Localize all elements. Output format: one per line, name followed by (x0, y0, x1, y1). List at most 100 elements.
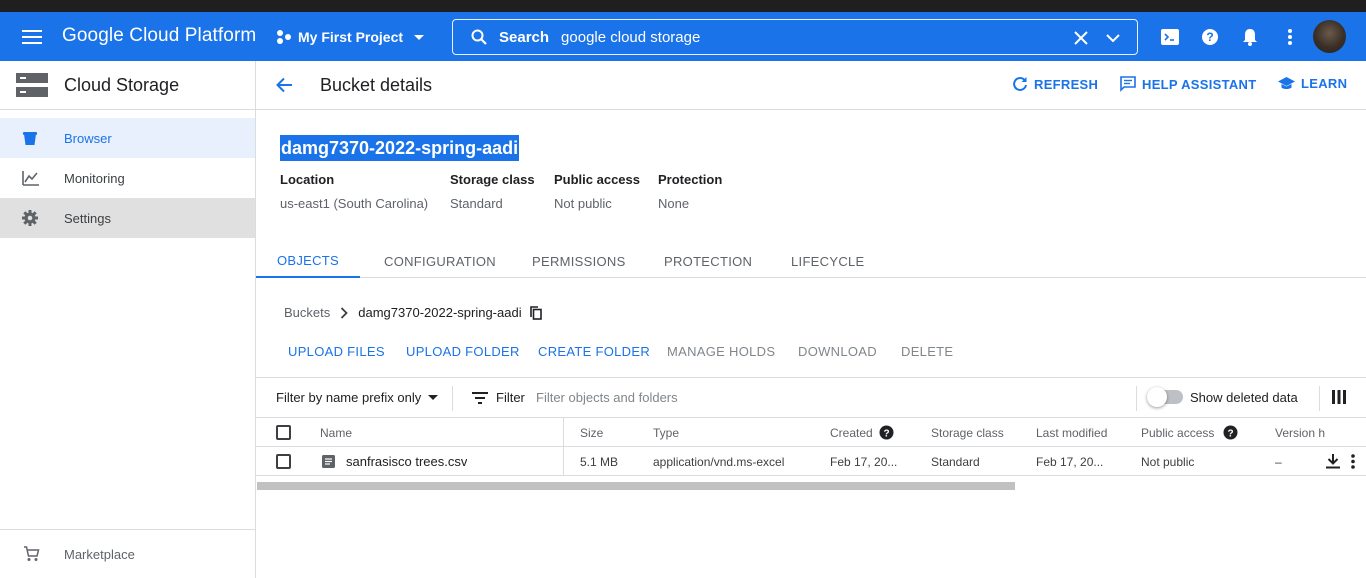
search-input[interactable]: google cloud storage (561, 29, 700, 46)
file-name-link[interactable]: sanfrasisco trees.csv (346, 447, 467, 476)
divider (1136, 386, 1137, 411)
protection-label: Protection (658, 172, 723, 187)
back-arrow-icon[interactable] (276, 77, 293, 93)
delete-button[interactable]: DELETE (901, 344, 953, 359)
refresh-icon (1013, 76, 1027, 91)
file-version-history: – (1275, 454, 1282, 469)
storage-class-label: Storage class (450, 172, 535, 187)
avatar[interactable] (1313, 20, 1346, 53)
breadcrumb-current: damg7370-2022-spring-aadi (358, 305, 522, 320)
bucket-name-heading: damg7370-2022-spring-aadi (280, 135, 520, 161)
column-storage-class[interactable]: Storage class (931, 418, 1004, 447)
tab-objects[interactable]: OBJECTS (256, 244, 360, 278)
clear-search-icon[interactable] (1073, 30, 1089, 46)
svg-text:?: ? (1206, 30, 1213, 44)
help-icon[interactable]: ? (1223, 425, 1238, 440)
more-vert-icon[interactable] (1351, 454, 1355, 469)
select-all-checkbox[interactable] (276, 425, 291, 440)
location-label: Location (280, 172, 335, 187)
tab-permissions[interactable]: PERMISSIONS (532, 244, 626, 278)
divider (1319, 386, 1320, 411)
tab-configuration[interactable]: CONFIGURATION (384, 244, 496, 278)
sidebar-item-label: Settings (64, 210, 111, 226)
protection-value: None (658, 196, 690, 211)
table-header: Name Size Type Created ? Storage class L… (256, 418, 1366, 447)
sidebar-item-marketplace[interactable]: Marketplace (0, 529, 255, 578)
learn-button[interactable]: LEARN (1278, 76, 1347, 91)
storage-class-value: Standard (450, 196, 503, 211)
storage-icon (16, 73, 48, 97)
menu-icon[interactable] (18, 12, 46, 61)
column-created[interactable]: Created (830, 418, 873, 447)
file-type: application/vnd.ms-excel (653, 454, 785, 469)
download-icon[interactable] (1326, 454, 1340, 469)
chat-icon (1120, 76, 1136, 92)
public-access-label: Public access (554, 172, 640, 187)
sidebar-title: Cloud Storage (64, 75, 180, 95)
gear-icon (22, 210, 38, 226)
refresh-button[interactable]: REFRESH (1012, 76, 1098, 92)
project-name: My First Project (298, 28, 404, 45)
dropdown-arrow-icon (428, 394, 439, 400)
upload-folder-button[interactable]: UPLOAD FOLDER (406, 344, 520, 359)
sidebar-header: Cloud Storage (0, 61, 255, 110)
marketplace-label: Marketplace (64, 547, 135, 562)
breadcrumb-buckets[interactable]: Buckets (284, 305, 330, 320)
sidebar-item-monitoring[interactable]: Monitoring (0, 158, 255, 198)
more-vert-icon[interactable] (1280, 12, 1300, 61)
filter-button[interactable]: Filter (472, 390, 525, 405)
sidebar-item-browser[interactable]: Browser (0, 118, 255, 158)
file-created: Feb 17, 20... (830, 454, 898, 469)
file-last-modified: Feb 17, 20... (1036, 454, 1104, 469)
chevron-down-icon (414, 34, 425, 40)
tab-protection[interactable]: PROTECTION (664, 244, 752, 278)
search-box[interactable]: Search google cloud storage (452, 19, 1138, 55)
breadcrumb: Buckets damg7370-2022-spring-aadi (284, 305, 542, 320)
filter-input[interactable]: Filter objects and folders (536, 390, 678, 405)
column-name[interactable]: Name (320, 418, 352, 447)
project-selector[interactable]: My First Project (276, 12, 429, 61)
tab-lifecycle[interactable]: LIFECYCLE (791, 244, 865, 278)
column-display-icon[interactable] (1332, 390, 1346, 404)
help-icon[interactable]: ? (1200, 12, 1220, 61)
upload-files-button[interactable]: UPLOAD FILES (288, 344, 385, 359)
column-version-history[interactable]: Version h (1275, 418, 1325, 447)
search-icon (471, 29, 487, 45)
location-value: us-east1 (South Carolina) (280, 196, 429, 211)
table-row[interactable]: sanfrasisco trees.csv 5.1 MB application… (256, 447, 1366, 476)
top-app-bar: Google Cloud Platform My First Project S… (0, 12, 1366, 61)
copy-icon[interactable] (529, 305, 542, 320)
column-resize-handle[interactable] (563, 418, 564, 476)
toggle-knob (1147, 387, 1167, 407)
cart-icon (24, 546, 40, 561)
download-button[interactable]: DOWNLOAD (798, 344, 877, 359)
filter-mode-select[interactable]: Filter by name prefix only (276, 390, 439, 405)
help-assistant-button[interactable]: HELP ASSISTANT (1120, 76, 1256, 92)
notifications-icon[interactable] (1240, 12, 1260, 61)
sidebar: Cloud Storage Browser Monitoring Setting… (0, 61, 256, 578)
main-content: Bucket details REFRESH HELP ASSISTANT LE… (256, 61, 1366, 578)
cloud-shell-icon[interactable] (1160, 12, 1180, 61)
school-icon (1278, 76, 1295, 89)
tab-bar: OBJECTS CONFIGURATION PERMISSIONS PROTEC… (256, 244, 1366, 278)
row-checkbox[interactable] (276, 454, 291, 469)
column-type[interactable]: Type (653, 418, 679, 447)
chevron-right-icon (341, 306, 349, 319)
project-icon (277, 29, 291, 44)
brand-title[interactable]: Google Cloud Platform (62, 25, 256, 47)
file-public-access: Not public (1141, 454, 1195, 469)
help-icon[interactable]: ? (879, 425, 894, 440)
manage-holds-button[interactable]: MANAGE HOLDS (667, 344, 775, 359)
show-deleted-label: Show deleted data (1190, 390, 1298, 405)
create-folder-button[interactable]: CREATE FOLDER (538, 344, 650, 359)
chevron-down-icon[interactable] (1105, 30, 1121, 46)
refresh-label: REFRESH (1034, 76, 1099, 92)
column-public-access[interactable]: Public access (1141, 418, 1214, 447)
show-deleted-toggle[interactable] (1147, 387, 1183, 407)
sidebar-item-settings[interactable]: Settings (0, 198, 255, 238)
column-last-modified[interactable]: Last modified (1036, 418, 1107, 447)
column-size[interactable]: Size (580, 418, 603, 447)
horizontal-scrollbar[interactable] (257, 482, 1015, 490)
browser-tab-strip (0, 0, 1366, 12)
svg-text:?: ? (883, 429, 889, 440)
